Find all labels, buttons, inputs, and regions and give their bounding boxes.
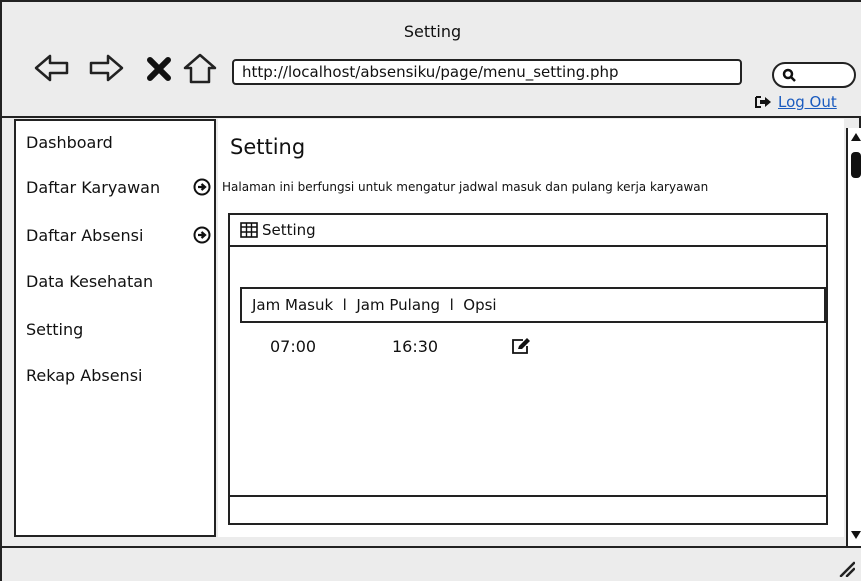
address-bar[interactable]: http://localhost/absensiku/page/menu_set… [232, 59, 742, 85]
status-bar [2, 546, 861, 581]
settings-panel: Setting Jam Masuk l Jam Pulang l Opsi 07… [228, 213, 828, 525]
panel-header: Setting [230, 215, 826, 247]
resize-grip-icon[interactable] [837, 559, 855, 577]
table-header: Jam Masuk l Jam Pulang l Opsi [240, 287, 826, 323]
sidebar-item-data-kesehatan[interactable]: Data Kesehatan [26, 270, 211, 294]
scroll-up-icon[interactable] [850, 131, 861, 143]
table-icon [240, 222, 258, 238]
sign-out-icon [755, 96, 771, 108]
sidebar-item-daftar-karyawan[interactable]: Daftar Karyawan [26, 176, 211, 200]
sidebar-item-rekap-absensi[interactable]: Rekap Absensi [26, 364, 211, 388]
forward-icon[interactable] [88, 52, 124, 84]
edit-icon[interactable] [510, 337, 532, 355]
scroll-thumb[interactable] [851, 152, 861, 178]
sidebar-item-label: Daftar Karyawan [26, 178, 161, 197]
browser-window: Setting http://localhost/absensiku/page/… [0, 0, 861, 581]
sidebar: Dashboard Daftar Karyawan Daftar Absensi… [14, 119, 216, 537]
sidebar-item-label: Rekap Absensi [26, 366, 143, 385]
logout-link[interactable]: Log Out [778, 93, 837, 111]
search-icon [782, 68, 796, 82]
arrow-circle-right-icon [193, 178, 211, 196]
sidebar-item-label: Dashboard [26, 133, 113, 152]
browser-toolbar: Setting http://localhost/absensiku/page/… [2, 2, 861, 118]
back-icon[interactable] [34, 52, 70, 84]
panel-footer-divider [230, 495, 826, 497]
search-input[interactable] [772, 62, 856, 88]
close-icon[interactable] [144, 52, 174, 84]
window-title: Setting [403, 22, 462, 41]
scroll-down-icon[interactable] [850, 529, 861, 541]
cell-jam-pulang: 16:30 [392, 337, 439, 356]
page-title: Setting [230, 135, 306, 159]
logout-link-group[interactable]: Log Out [754, 92, 837, 112]
page-description: Halaman ini berfungsi untuk mengatur jad… [222, 180, 709, 194]
sidebar-item-dashboard[interactable]: Dashboard [26, 131, 211, 155]
sidebar-item-setting[interactable]: Setting [26, 318, 211, 342]
sidebar-item-label: Setting [26, 320, 84, 339]
cell-jam-masuk: 07:00 [270, 337, 317, 356]
sidebar-item-daftar-absensi[interactable]: Daftar Absensi [26, 224, 211, 248]
arrow-circle-right-icon [193, 226, 211, 244]
main-content: Setting Halaman ini berfungsi untuk meng… [218, 119, 844, 537]
sidebar-item-label: Daftar Absensi [26, 226, 144, 245]
vertical-scrollbar[interactable] [846, 128, 861, 546]
sidebar-item-label: Data Kesehatan [26, 272, 154, 291]
home-icon[interactable] [182, 52, 218, 84]
panel-title: Setting [262, 221, 316, 239]
